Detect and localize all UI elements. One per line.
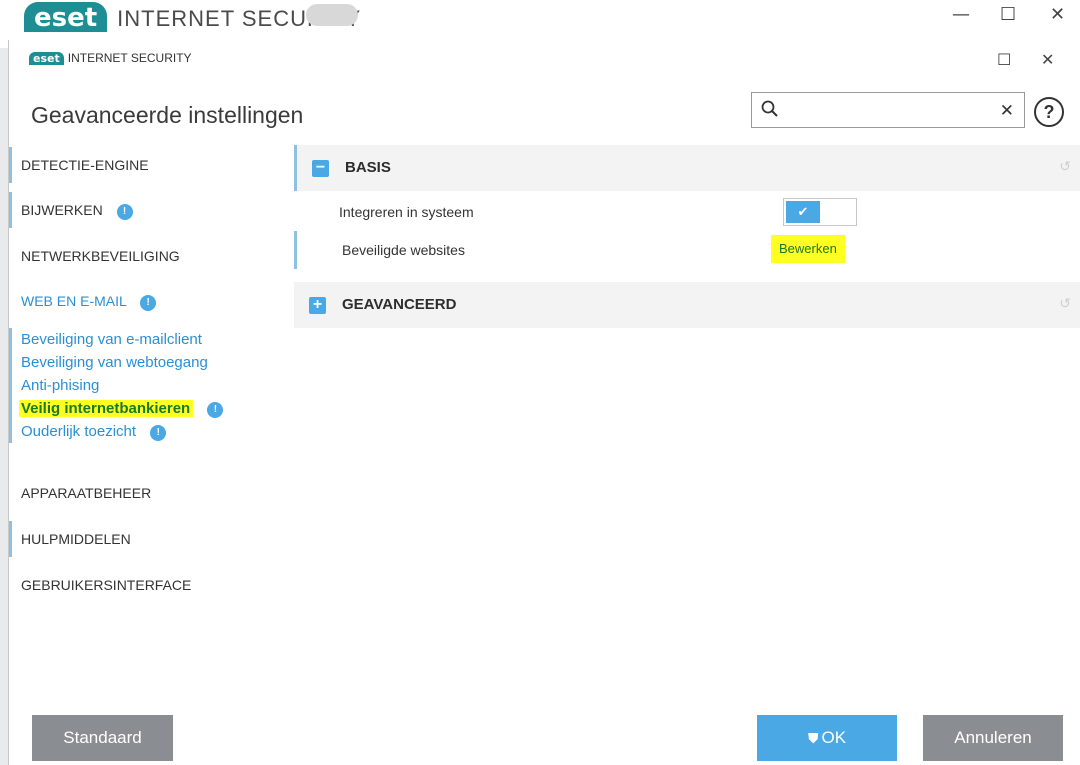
sidebar-item-hulpmiddelen[interactable]: HULPMIDDELEN (9, 521, 294, 557)
background-minimize-button[interactable]: — (952, 4, 970, 25)
sidebar-item-detectie-engine[interactable]: DETECTIE-ENGINE (9, 147, 294, 183)
sidebar-item-label: DETECTIE-ENGINE (21, 157, 149, 173)
sidebar-item-label: BIJWERKEN (21, 202, 103, 218)
section-basis-header[interactable]: − BASIS ↺ (294, 145, 1080, 191)
sidebar-item-label: NETWERKBEVEILIGING (21, 248, 180, 264)
background-maximize-button[interactable]: ☐ (1000, 4, 1016, 25)
revert-icon[interactable]: ↺ (1059, 296, 1071, 312)
setting-label: Integreren in systeem (339, 204, 474, 220)
edit-link[interactable]: Bewerken (771, 235, 845, 263)
section-title: BASIS (345, 159, 391, 176)
sidebar-item-label: WEB EN E-MAIL (21, 293, 127, 309)
sidebar-subitem-email-client[interactable]: Beveiliging van e-mailclient (21, 328, 294, 351)
sidebar-item-bijwerken[interactable]: BIJWERKEN ! (9, 192, 294, 228)
eset-logo: eset (24, 2, 108, 32)
close-button[interactable]: ✕ (1041, 50, 1054, 69)
clear-search-icon[interactable]: ✕ (1000, 101, 1014, 121)
setting-row-integrate: Integreren in systeem ✔ (294, 193, 1080, 231)
search-input[interactable]: ✕ (751, 92, 1025, 128)
integrate-toggle[interactable]: ✔ (783, 198, 857, 226)
title-bar: eset INTERNET SECURITY ☐ ✕ (9, 40, 1080, 84)
subitem-label: Veilig internetbankieren (19, 400, 194, 417)
background-pill (306, 4, 358, 26)
sidebar: DETECTIE-ENGINE BIJWERKEN ! NETWERKBEVEI… (9, 142, 294, 702)
cancel-button[interactable]: Annuleren (923, 715, 1063, 761)
sidebar-subitem-veilig-internetbankieren[interactable]: Veilig internetbankieren ! (19, 397, 294, 420)
window-logo: eset INTERNET SECURITY (29, 51, 192, 65)
web-en-email-submenu: Beveiliging van e-mailclient Beveiliging… (9, 328, 294, 443)
ok-button[interactable]: ⛊ OK (757, 715, 897, 761)
page-title: Geavanceerde instellingen (31, 102, 304, 128)
settings-window: eset INTERNET SECURITY ☐ ✕ Geavanceerde … (8, 40, 1080, 765)
search-icon (761, 100, 778, 117)
sidebar-item-web-en-email[interactable]: WEB EN E-MAIL ! (9, 283, 294, 319)
setting-row-protected-websites: Beveiligde websites Bewerken (294, 231, 1080, 269)
shield-icon: ⛊ (807, 730, 819, 746)
expand-icon[interactable]: + (309, 297, 326, 314)
notification-badge: ! (207, 402, 224, 418)
eset-logo-small: eset (29, 51, 64, 65)
sidebar-item-label: APPARAATBEHEER (21, 485, 152, 501)
sidebar-subitem-anti-phishing[interactable]: Anti-phising (21, 374, 294, 397)
check-icon: ✔ (786, 201, 820, 223)
help-icon[interactable]: ? (1034, 97, 1064, 127)
ok-label: OK (821, 728, 847, 747)
sidebar-item-apparaatbeheer[interactable]: APPARAATBEHEER (9, 475, 294, 511)
subitem-label: Beveiliging van webtoegang (21, 354, 208, 371)
sidebar-subitem-webtoegang[interactable]: Beveiliging van webtoegang (21, 351, 294, 374)
section-title: GEAVANCEERD (342, 296, 457, 313)
sidebar-item-netwerkbeveiliging[interactable]: NETWERKBEVEILIGING (9, 238, 294, 274)
notification-badge: ! (116, 204, 133, 220)
notification-badge: ! (150, 425, 167, 441)
section-geavanceerd-header[interactable]: + GEAVANCEERD ↺ (294, 282, 1080, 328)
background-close-button[interactable]: ✕ (1050, 4, 1065, 25)
sidebar-subitem-ouderlijk-toezicht[interactable]: Ouderlijk toezicht ! (21, 420, 294, 443)
sidebar-item-gebruikersinterface[interactable]: GEBRUIKERSINTERFACE (9, 567, 294, 603)
subitem-label: Anti-phising (21, 377, 100, 394)
revert-icon[interactable]: ↺ (1059, 159, 1071, 175)
window-title: INTERNET SECURITY (67, 51, 192, 65)
subitem-label: Beveiliging van e-mailclient (21, 331, 202, 348)
subitem-label: Ouderlijk toezicht (21, 423, 137, 440)
collapse-icon[interactable]: − (312, 160, 329, 177)
setting-label: Beveiligde websites (342, 242, 465, 258)
standard-button[interactable]: Standaard (32, 715, 173, 761)
sidebar-item-label: GEBRUIKERSINTERFACE (21, 577, 192, 593)
sidebar-item-label: HULPMIDDELEN (21, 531, 131, 547)
notification-badge: ! (140, 295, 157, 311)
maximize-button[interactable]: ☐ (997, 50, 1011, 69)
